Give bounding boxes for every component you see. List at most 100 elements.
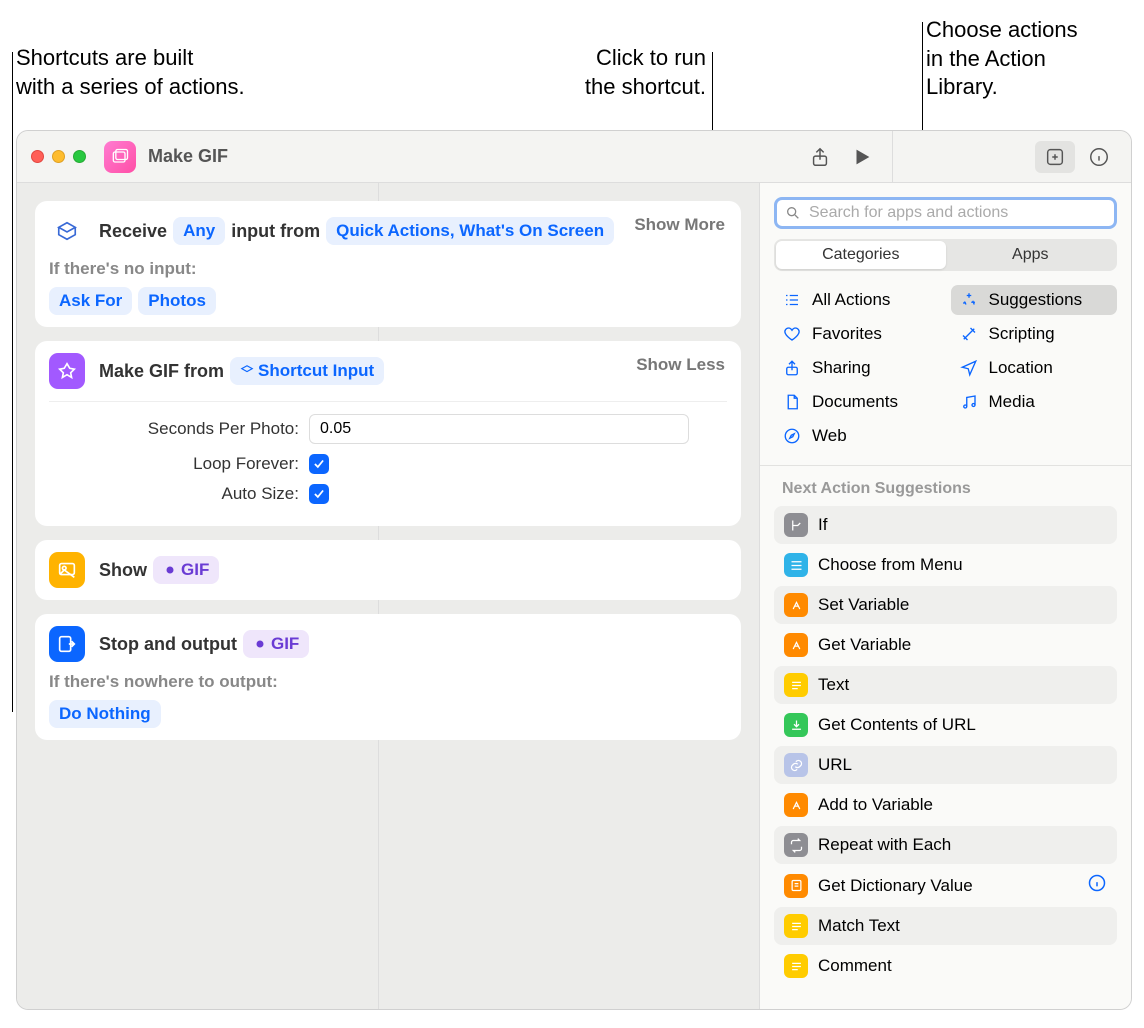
- info-icon[interactable]: [1087, 873, 1107, 898]
- editor-canvas[interactable]: Receive Any input from Quick Actions, Wh…: [17, 183, 759, 1009]
- suggestion-choose-from-menu[interactable]: Choose from Menu: [774, 546, 1117, 584]
- repeat-icon: [784, 833, 808, 857]
- suggestion-set-variable[interactable]: Set Variable: [774, 586, 1117, 624]
- callout-library: Choose actions in the Action Library.: [926, 16, 1078, 102]
- do-nothing-pill[interactable]: Do Nothing: [49, 700, 161, 728]
- suggestion-add-to-variable[interactable]: Add to Variable: [774, 786, 1117, 824]
- suggestion-label: Add to Variable: [818, 795, 933, 815]
- suggestions-title: Next Action Suggestions: [760, 466, 1131, 506]
- receive-label2: input from: [231, 221, 320, 242]
- x-icon: [784, 633, 808, 657]
- gif-text: GIF: [181, 560, 209, 580]
- share-button[interactable]: [802, 139, 838, 175]
- suggestion-label: Match Text: [818, 916, 900, 936]
- action-receive-input[interactable]: Receive Any input from Quick Actions, Wh…: [35, 201, 741, 327]
- category-suggestions[interactable]: Suggestions: [951, 285, 1118, 315]
- gif-variable-pill[interactable]: GIF: [153, 556, 219, 584]
- link-icon: [784, 753, 808, 777]
- category-documents[interactable]: Documents: [774, 387, 941, 417]
- minimize-window-button[interactable]: [52, 150, 65, 163]
- suggestion-label: Get Contents of URL: [818, 715, 976, 735]
- shortcut-title: Make GIF: [148, 146, 228, 167]
- suggestion-text[interactable]: Text: [774, 666, 1117, 704]
- titlebar: Make GIF: [17, 131, 1131, 183]
- category-label: Scripting: [989, 324, 1055, 344]
- show-more-button[interactable]: Show More: [634, 215, 725, 235]
- category-scripting[interactable]: Scripting: [951, 319, 1118, 349]
- autosize-label: Auto Size:: [49, 484, 299, 504]
- search-icon: [785, 205, 801, 221]
- library-toggle-button[interactable]: [1035, 141, 1075, 173]
- suggestion-label: Text: [818, 675, 849, 695]
- callout-line: [712, 52, 713, 140]
- shortcut-icon: [104, 141, 136, 173]
- tab-apps[interactable]: Apps: [946, 241, 1116, 269]
- callout-line: [12, 52, 13, 712]
- category-label: Location: [989, 358, 1053, 378]
- safari-icon: [782, 426, 802, 446]
- input-sources-pill[interactable]: Quick Actions, What's On Screen: [326, 217, 614, 245]
- photos-pill[interactable]: Photos: [138, 287, 216, 315]
- suggestion-comment[interactable]: Comment: [774, 947, 1117, 985]
- category-web[interactable]: Web: [774, 421, 941, 451]
- search-field[interactable]: [774, 197, 1117, 229]
- loop-label: Loop Forever:: [49, 454, 299, 474]
- autosize-checkbox[interactable]: [309, 484, 329, 504]
- shortcut-input-text: Shortcut Input: [258, 361, 374, 381]
- show-label: Show: [99, 560, 147, 581]
- category-favorites[interactable]: Favorites: [774, 319, 941, 349]
- suggestion-if[interactable]: If: [774, 506, 1117, 544]
- zoom-window-button[interactable]: [73, 150, 86, 163]
- category-label: Media: [989, 392, 1035, 412]
- input-type-pill[interactable]: Any: [173, 217, 225, 245]
- suggestion-repeat-with-each[interactable]: Repeat with Each: [774, 826, 1117, 864]
- category-grid: All Actions Suggestions Favorites Scripting…: [760, 285, 1131, 465]
- make-gif-label: Make GIF from: [99, 361, 224, 382]
- list-icon: [782, 290, 802, 310]
- tab-categories[interactable]: Categories: [776, 241, 946, 269]
- action-stop-output[interactable]: Stop and output GIF If there's nowhere t…: [35, 614, 741, 740]
- category-location[interactable]: Location: [951, 353, 1118, 383]
- suggestion-label: Get Dictionary Value: [818, 876, 973, 896]
- receive-label: Receive: [99, 221, 167, 242]
- shortcuts-editor-window: Make GIF Receive Any input from: [16, 130, 1132, 1010]
- share-icon: [782, 358, 802, 378]
- suggestion-label: URL: [818, 755, 852, 775]
- suggestion-label: Set Variable: [818, 595, 909, 615]
- action-make-gif[interactable]: Make GIF from Shortcut Input Show Less S…: [35, 341, 741, 526]
- suggestion-get-variable[interactable]: Get Variable: [774, 626, 1117, 664]
- category-media[interactable]: Media: [951, 387, 1118, 417]
- suggestion-url[interactable]: URL: [774, 746, 1117, 784]
- action-show[interactable]: Show GIF: [35, 540, 741, 600]
- ask-for-pill[interactable]: Ask For: [49, 287, 132, 315]
- divider: [892, 131, 893, 183]
- dict-icon: [784, 874, 808, 898]
- seconds-input[interactable]: [309, 414, 689, 444]
- run-button[interactable]: [844, 139, 880, 175]
- info-button[interactable]: [1081, 139, 1117, 175]
- text-icon: [784, 954, 808, 978]
- loop-checkbox[interactable]: [309, 454, 329, 474]
- download-icon: [784, 713, 808, 737]
- gif-output-pill[interactable]: GIF: [243, 630, 309, 658]
- suggestion-get-dictionary-value[interactable]: Get Dictionary Value: [774, 866, 1117, 905]
- no-output-label: If there's nowhere to output:: [49, 672, 727, 692]
- category-label: Sharing: [812, 358, 871, 378]
- doc-icon: [782, 392, 802, 412]
- library-tabs: Categories Apps: [774, 239, 1117, 271]
- branch-icon: [784, 513, 808, 537]
- x-icon: [784, 793, 808, 817]
- no-input-label: If there's no input:: [49, 259, 727, 279]
- suggestion-match-text[interactable]: Match Text: [774, 907, 1117, 945]
- search-input[interactable]: [809, 204, 1106, 222]
- action-library-sidebar: Categories Apps All Actions Suggestions Fa…: [759, 183, 1131, 1009]
- category-all-actions[interactable]: All Actions: [774, 285, 941, 315]
- category-sharing[interactable]: Sharing: [774, 353, 941, 383]
- suggestion-get-contents-of-url[interactable]: Get Contents of URL: [774, 706, 1117, 744]
- nav-icon: [959, 358, 979, 378]
- close-window-button[interactable]: [31, 150, 44, 163]
- show-less-button[interactable]: Show Less: [636, 355, 725, 375]
- category-label: Web: [812, 426, 847, 446]
- shortcut-input-pill[interactable]: Shortcut Input: [230, 357, 384, 385]
- suggestions-list: IfChoose from Menu Set Variable Get Variab…: [760, 506, 1131, 1001]
